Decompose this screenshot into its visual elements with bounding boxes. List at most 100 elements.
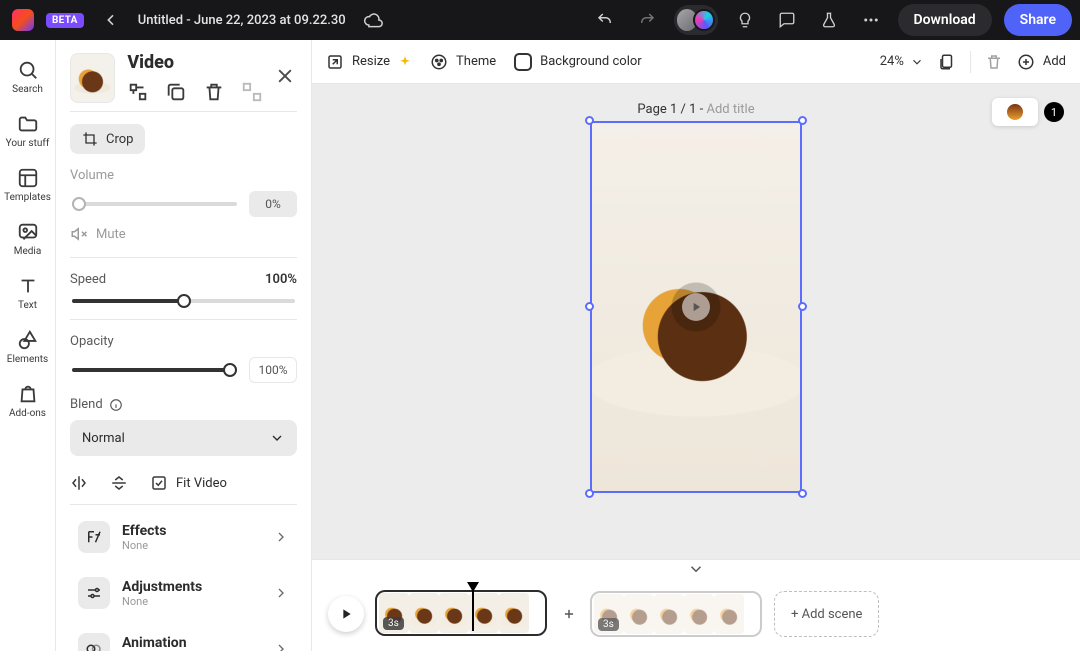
chevron-down-icon <box>910 55 924 69</box>
section-title: Animation <box>122 635 187 651</box>
collaborators-button[interactable] <box>674 5 718 35</box>
volume-value: 0% <box>249 191 297 217</box>
resize-handle[interactable] <box>798 489 807 498</box>
fit-icon <box>150 474 168 492</box>
resize-button[interactable]: Resize <box>326 53 412 71</box>
shopping-bag-icon <box>17 383 39 405</box>
effects-section[interactable]: EffectsNone <box>70 513 297 561</box>
chevron-right-icon <box>273 529 289 545</box>
zoom-control[interactable]: 24% <box>880 54 924 69</box>
timeline-collapse[interactable] <box>312 559 1080 577</box>
plus-circle-icon <box>1017 53 1035 71</box>
help-button[interactable] <box>730 5 760 35</box>
add-title-placeholder[interactable]: Add title <box>707 102 755 117</box>
timeline-clip[interactable]: 3s <box>590 591 762 637</box>
flip-horizontal-icon[interactable] <box>70 474 88 492</box>
bgcolor-swatch <box>514 53 532 71</box>
rail-item-addons[interactable]: Add-ons <box>2 376 54 426</box>
comments-button[interactable] <box>772 5 802 35</box>
document-title[interactable]: Untitled - June 22, 2023 at 09.22.30 <box>138 13 346 28</box>
download-button[interactable]: Download <box>898 4 992 36</box>
resize-handle[interactable] <box>585 489 594 498</box>
rail-label: Elements <box>7 354 48 365</box>
avatar-icon <box>693 9 714 31</box>
adjustments-section[interactable]: AdjustmentsNone <box>70 569 297 617</box>
more-button[interactable] <box>856 5 886 35</box>
selection-thumbnail <box>70 53 115 103</box>
rail-label: Media <box>14 246 42 257</box>
opacity-label: Opacity <box>70 334 297 349</box>
blend-value: Normal <box>82 431 125 446</box>
chevron-down-icon <box>269 430 285 446</box>
redo-button[interactable] <box>632 5 662 35</box>
media-icon <box>17 221 39 243</box>
crop-button[interactable]: Crop <box>70 124 145 154</box>
app-logo[interactable] <box>12 9 34 31</box>
rail-label: Your stuff <box>6 138 50 149</box>
play-icon <box>338 606 354 622</box>
undo-button[interactable] <box>590 5 620 35</box>
add-scene-button[interactable]: + Add scene <box>774 591 879 637</box>
section-title: Adjustments <box>122 579 202 595</box>
resize-handle[interactable] <box>585 302 594 311</box>
replace-icon[interactable] <box>127 81 149 103</box>
rail-item-elements[interactable]: Elements <box>2 322 54 372</box>
mute-toggle: Mute <box>70 225 297 243</box>
back-button[interactable] <box>96 5 126 35</box>
pages-icon[interactable] <box>938 53 956 71</box>
duplicate-icon[interactable] <box>165 81 187 103</box>
page-label[interactable]: Page 1 / 1 - Add title <box>637 102 754 117</box>
templates-icon <box>17 167 39 189</box>
canvas[interactable]: Page 1 / 1 - Add title 1 <box>312 84 1080 559</box>
chevron-down-icon <box>687 560 705 578</box>
rail-item-media[interactable]: Media <box>2 214 54 264</box>
close-icon <box>275 66 295 86</box>
panel-title: Video <box>127 52 263 73</box>
rail-item-your-stuff[interactable]: Your stuff <box>2 106 54 156</box>
flip-vertical-icon[interactable] <box>110 474 128 492</box>
comment-icon <box>778 11 796 29</box>
rail-label: Add-ons <box>9 408 46 419</box>
trash-icon[interactable] <box>985 53 1003 71</box>
rail-label: Text <box>18 300 37 311</box>
page-thumbnail[interactable] <box>992 98 1038 126</box>
fit-video-button[interactable]: Fit Video <box>150 474 227 492</box>
bgcolor-button[interactable]: Background color <box>514 53 642 71</box>
close-panel-button[interactable] <box>275 66 297 90</box>
redo-icon <box>638 11 656 29</box>
speed-label: Speed <box>70 272 106 287</box>
left-rail: Search Your stuff Templates Media Text E… <box>0 40 56 651</box>
trash-icon[interactable] <box>203 81 225 103</box>
selected-video[interactable] <box>591 122 801 492</box>
opacity-slider[interactable] <box>72 368 237 372</box>
folder-icon <box>17 113 39 135</box>
selection-outline <box>590 121 802 493</box>
theme-icon <box>430 53 448 71</box>
playhead[interactable] <box>472 583 474 631</box>
animation-section[interactable]: AnimationNone <box>70 625 297 651</box>
blend-select[interactable]: Normal <box>70 420 297 456</box>
mute-icon <box>70 225 88 243</box>
clip-duration: 3s <box>383 617 404 630</box>
add-between-button[interactable] <box>560 605 578 623</box>
opacity-value[interactable]: 100% <box>249 357 297 383</box>
timeline-clip[interactable]: 3s <box>375 590 547 636</box>
share-button[interactable]: Share <box>1004 4 1072 36</box>
play-button[interactable] <box>328 596 364 632</box>
blend-label: Blend <box>70 397 297 412</box>
info-icon[interactable] <box>109 398 123 412</box>
resize-handle[interactable] <box>798 116 807 125</box>
rail-item-templates[interactable]: Templates <box>2 160 54 210</box>
rail-item-text[interactable]: Text <box>2 268 54 318</box>
speed-slider[interactable] <box>72 299 295 303</box>
theme-button[interactable]: Theme <box>430 53 496 71</box>
rail-item-search[interactable]: Search <box>2 52 54 102</box>
section-subtitle: None <box>122 539 166 552</box>
add-page-button[interactable]: Add <box>1017 53 1066 71</box>
resize-handle[interactable] <box>585 116 594 125</box>
page-index: Page 1 / 1 - <box>637 102 706 117</box>
plus-icon <box>562 607 576 621</box>
resize-handle[interactable] <box>798 302 807 311</box>
sparkle-icon <box>398 55 412 69</box>
beaker-button[interactable] <box>814 5 844 35</box>
